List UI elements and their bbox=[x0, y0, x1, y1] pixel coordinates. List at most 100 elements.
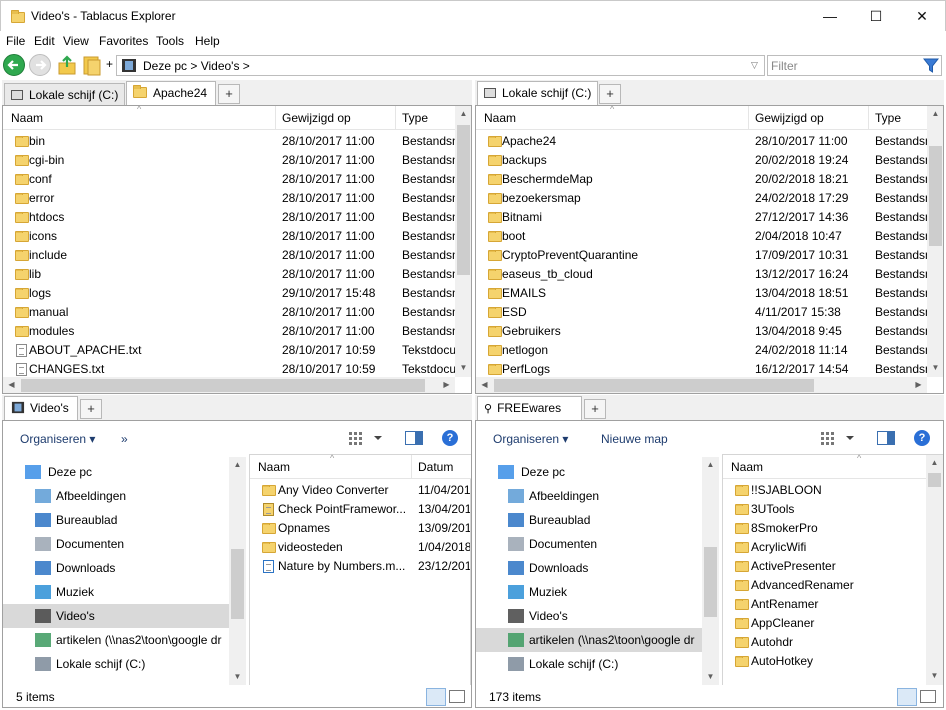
list-item[interactable]: AppCleaner bbox=[723, 614, 926, 633]
add-button[interactable]: + bbox=[106, 57, 113, 71]
col-name[interactable]: Naam bbox=[11, 111, 43, 125]
list-item[interactable]: 3UTools bbox=[723, 500, 926, 519]
details-view-icon[interactable] bbox=[897, 688, 917, 706]
col-date[interactable]: Datum bbox=[418, 460, 453, 474]
vertical-scrollbar[interactable]: ▲ ▼ bbox=[927, 106, 943, 377]
table-row[interactable]: lib 28/10/2017 11:00 Bestandsm bbox=[3, 265, 455, 284]
scroll-down-icon[interactable]: ▼ bbox=[455, 363, 471, 372]
folders-button[interactable] bbox=[81, 54, 103, 76]
filter-funnel-icon[interactable] bbox=[922, 57, 940, 77]
menu-edit[interactable]: Edit bbox=[34, 34, 55, 48]
scroll-thumb[interactable] bbox=[494, 379, 814, 392]
table-row[interactable]: Bitnami 27/12/2017 14:36 Bestandsm bbox=[476, 208, 928, 227]
tab-local-disk[interactable]: Lokale schijf (C:) bbox=[4, 83, 125, 105]
vertical-scrollbar[interactable]: ▲ ▼ bbox=[926, 455, 943, 686]
scroll-up-icon[interactable]: ▲ bbox=[229, 460, 246, 469]
new-tab-button[interactable]: + bbox=[218, 84, 240, 104]
nav-scrollbar[interactable]: ▲ ▼ bbox=[702, 457, 719, 687]
tiles-view-icon[interactable] bbox=[449, 690, 465, 703]
details-view-icon[interactable] bbox=[426, 688, 446, 706]
scroll-down-icon[interactable]: ▼ bbox=[927, 363, 943, 372]
table-row[interactable]: logs 29/10/2017 15:48 Bestandsm bbox=[3, 284, 455, 303]
tiles-view-icon[interactable] bbox=[920, 690, 936, 703]
scroll-left-icon[interactable]: ◀ bbox=[476, 380, 493, 389]
filter-box[interactable]: Filter bbox=[767, 55, 942, 76]
new-folder-button[interactable]: Nieuwe map bbox=[601, 432, 668, 446]
preview-pane-icon[interactable] bbox=[405, 431, 423, 448]
table-row[interactable]: boot 2/04/2018 10:47 Bestandsm bbox=[476, 227, 928, 246]
list-item[interactable]: Any Video Converter 11/04/201 bbox=[250, 481, 470, 500]
scroll-thumb[interactable] bbox=[21, 379, 425, 392]
scroll-thumb[interactable] bbox=[929, 146, 942, 246]
view-options-icon[interactable] bbox=[349, 431, 383, 448]
tab-apache24[interactable]: Apache24 bbox=[126, 81, 216, 105]
list-item[interactable]: Check PointFramewor... 13/04/201 bbox=[250, 500, 470, 519]
nav-item[interactable]: Deze pc bbox=[3, 460, 229, 484]
scroll-down-icon[interactable]: ▼ bbox=[926, 671, 943, 680]
table-row[interactable]: netlogon 24/02/2018 11:14 Bestandsm bbox=[476, 341, 928, 360]
table-row[interactable]: bezoekersmap 24/02/2018 17:29 Bestandsm bbox=[476, 189, 928, 208]
view-options-icon[interactable] bbox=[821, 431, 855, 448]
table-row[interactable]: BeschermdeMap 20/02/2018 18:21 Bestandsm bbox=[476, 170, 928, 189]
new-tab-button[interactable]: + bbox=[584, 399, 606, 419]
menu-file[interactable]: File bbox=[6, 34, 25, 48]
col-name[interactable]: Naam bbox=[731, 460, 763, 474]
tab-freewares[interactable]: ⚲ FREEwares bbox=[477, 396, 582, 420]
table-row[interactable]: ABOUT_APACHE.txt 28/10/2017 10:59 Tekstdoc… bbox=[3, 341, 455, 360]
list-item[interactable]: !!SJABLOON bbox=[723, 481, 926, 500]
table-row[interactable]: modules 28/10/2017 11:00 Bestandsm bbox=[3, 322, 455, 341]
list-item[interactable]: AdvancedRenamer bbox=[723, 576, 926, 595]
list-item[interactable]: ActivePresenter bbox=[723, 557, 926, 576]
up-folder-button[interactable] bbox=[56, 55, 78, 75]
nav-item[interactable]: Lokale schijf (C:) bbox=[3, 652, 229, 676]
help-icon[interactable]: ? bbox=[914, 430, 930, 446]
table-row[interactable]: EMAILS 13/04/2018 18:51 Bestandsm bbox=[476, 284, 928, 303]
new-tab-button[interactable]: + bbox=[599, 84, 621, 104]
scroll-up-icon[interactable]: ▲ bbox=[455, 109, 471, 118]
horizontal-scrollbar[interactable]: ◀ ▶ bbox=[3, 377, 455, 393]
col-modified[interactable]: Gewijzigd op bbox=[755, 111, 824, 125]
scroll-thumb[interactable] bbox=[704, 547, 717, 617]
nav-item[interactable]: Downloads bbox=[476, 556, 702, 580]
table-row[interactable]: manual 28/10/2017 11:00 Bestandsm bbox=[3, 303, 455, 322]
scroll-right-icon[interactable]: ▶ bbox=[438, 380, 455, 389]
nav-item[interactable]: Afbeeldingen bbox=[476, 484, 702, 508]
nav-item[interactable]: Documenten bbox=[476, 532, 702, 556]
list-item[interactable]: AntRenamer bbox=[723, 595, 926, 614]
table-row[interactable]: cgi-bin 28/10/2017 11:00 Bestandsm bbox=[3, 151, 455, 170]
nav-item[interactable]: Muziek bbox=[476, 580, 702, 604]
nav-item[interactable]: Afbeeldingen bbox=[3, 484, 229, 508]
scroll-up-icon[interactable]: ▲ bbox=[927, 109, 943, 118]
table-row[interactable]: backups 20/02/2018 19:24 Bestandsm bbox=[476, 151, 928, 170]
menu-help[interactable]: Help bbox=[195, 34, 220, 48]
table-row[interactable]: conf 28/10/2017 11:00 Bestandsm bbox=[3, 170, 455, 189]
table-row[interactable]: htdocs 28/10/2017 11:00 Bestandsm bbox=[3, 208, 455, 227]
menu-view[interactable]: View bbox=[63, 34, 89, 48]
table-row[interactable]: include 28/10/2017 11:00 Bestandsm bbox=[3, 246, 455, 265]
nav-item[interactable]: Lokale schijf (C:) bbox=[476, 652, 702, 676]
preview-pane-icon[interactable] bbox=[877, 431, 895, 448]
list-item[interactable]: AcrylicWifi bbox=[723, 538, 926, 557]
list-item[interactable]: Nature by Numbers.m... 23/12/201 bbox=[250, 557, 470, 576]
col-name[interactable]: Naam bbox=[258, 460, 290, 474]
organise-button[interactable]: Organiseren ▾ bbox=[20, 432, 95, 446]
list-item[interactable]: AutoHotkey bbox=[723, 652, 926, 671]
nav-item[interactable]: Documenten bbox=[3, 532, 229, 556]
list-item[interactable]: videosteden 1/04/2018 bbox=[250, 538, 470, 557]
minimize-button[interactable]: — bbox=[807, 1, 853, 31]
nav-item[interactable]: Video's bbox=[3, 604, 229, 628]
back-button[interactable] bbox=[3, 54, 25, 76]
address-dropdown-icon[interactable]: ▽ bbox=[751, 60, 758, 71]
nav-item[interactable]: Bureaublad bbox=[476, 508, 702, 532]
scroll-right-icon[interactable]: ▶ bbox=[910, 380, 927, 389]
scroll-down-icon[interactable]: ▼ bbox=[229, 672, 246, 681]
scroll-down-icon[interactable]: ▼ bbox=[702, 672, 719, 681]
table-row[interactable]: bin 28/10/2017 11:00 Bestandsm bbox=[3, 132, 455, 151]
table-row[interactable]: easeus_tb_cloud 13/12/2017 16:24 Bestandsm bbox=[476, 265, 928, 284]
new-tab-button[interactable]: + bbox=[80, 399, 102, 419]
tab-videos[interactable]: Video's bbox=[4, 396, 78, 420]
close-button[interactable]: ✕ bbox=[899, 1, 945, 31]
scroll-thumb[interactable] bbox=[231, 549, 244, 619]
scroll-up-icon[interactable]: ▲ bbox=[926, 458, 943, 467]
nav-item[interactable]: Muziek bbox=[3, 580, 229, 604]
